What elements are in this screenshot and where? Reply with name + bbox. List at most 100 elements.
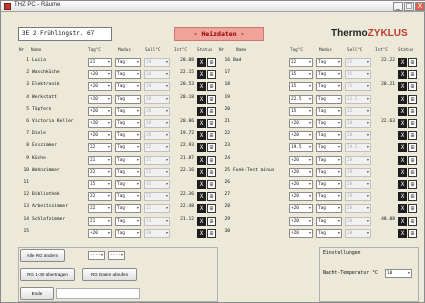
day-temp-select[interactable]: 22.5 ▼	[289, 94, 313, 104]
mode-select[interactable]: Tag ▼	[115, 131, 141, 141]
day-temp-select[interactable]: +20 ▼	[289, 131, 313, 141]
target-temp-select[interactable]: 15 ▼	[345, 70, 371, 80]
bulk-select-2[interactable]: ----- ▼	[108, 251, 125, 260]
mode-select[interactable]: Tag ▼	[316, 58, 342, 67]
status-close-icon[interactable]: X	[197, 119, 206, 128]
status-detail-icon[interactable]: ⊞	[408, 58, 417, 67]
day-temp-select[interactable]: 22 ▼	[88, 204, 112, 214]
status-detail-icon[interactable]: ⊞	[207, 228, 216, 238]
status-close-icon[interactable]: X	[197, 70, 206, 80]
status-close-icon[interactable]: X	[197, 167, 206, 177]
target-temp-select[interactable]: 20 ▼	[144, 119, 170, 128]
status-detail-icon[interactable]: ⊞	[207, 70, 216, 80]
day-temp-select[interactable]: 22 ▼	[88, 143, 112, 153]
day-temp-select[interactable]: +20 ▼	[289, 192, 313, 202]
day-temp-select[interactable]: 21 ▼	[88, 216, 112, 226]
target-temp-select[interactable]: 15 ▼	[144, 180, 170, 189]
status-detail-icon[interactable]: ⊞	[408, 192, 417, 202]
mode-select[interactable]: Tag ▼	[316, 82, 342, 92]
target-temp-select[interactable]: 22 ▼	[144, 204, 170, 214]
status-close-icon[interactable]: X	[398, 155, 407, 165]
status-detail-icon[interactable]: ⊞	[408, 106, 417, 116]
status-detail-icon[interactable]: ⊞	[207, 180, 216, 189]
status-close-icon[interactable]: X	[197, 192, 206, 202]
status-detail-icon[interactable]: ⊞	[207, 119, 216, 128]
day-temp-select[interactable]: 22 ▼	[289, 58, 313, 67]
status-detail-icon[interactable]: ⊞	[207, 94, 216, 104]
mode-select[interactable]: Tag ▼	[316, 70, 342, 80]
day-temp-select[interactable]: +20 ▼	[289, 228, 313, 238]
mode-select[interactable]: Tag ▼	[316, 131, 342, 141]
status-close-icon[interactable]: X	[197, 155, 206, 165]
status-close-icon[interactable]: X	[398, 106, 407, 116]
status-detail-icon[interactable]: ⊞	[408, 119, 417, 128]
mode-select[interactable]: Tag ▼	[115, 192, 141, 202]
status-detail-icon[interactable]: ⊞	[207, 58, 216, 67]
fetch-button[interactable]: RG Daten abrufen	[82, 268, 137, 281]
status-detail-icon[interactable]: ⊞	[408, 82, 417, 92]
status-detail-icon[interactable]: ⊞	[207, 106, 216, 116]
target-temp-select[interactable]: 20 ▼	[345, 228, 371, 238]
status-detail-icon[interactable]: ⊞	[408, 155, 417, 165]
mode-select[interactable]: Tag ▼	[115, 58, 141, 67]
status-detail-icon[interactable]: ⊞	[408, 180, 417, 189]
target-temp-select[interactable]: 22 ▼	[144, 143, 170, 153]
day-temp-select[interactable]: +20 ▼	[88, 106, 112, 116]
target-temp-select[interactable]: 22.5 ▼	[345, 94, 371, 104]
mode-select[interactable]: Tag ▼	[115, 106, 141, 116]
close-button[interactable]: X	[415, 2, 425, 11]
day-temp-select[interactable]: 15 ▼	[289, 106, 313, 116]
status-detail-icon[interactable]: ⊞	[408, 216, 417, 226]
day-temp-select[interactable]: +20 ▼	[289, 167, 313, 177]
status-close-icon[interactable]: X	[197, 180, 206, 189]
day-temp-select[interactable]: 15 ▼	[289, 82, 313, 92]
status-detail-icon[interactable]: ⊞	[408, 167, 417, 177]
target-temp-select[interactable]: 20 ▼	[345, 216, 371, 226]
mode-select[interactable]: Tag ▼	[115, 119, 141, 128]
status-detail-icon[interactable]: ⊞	[408, 204, 417, 214]
maximize-button[interactable]: □	[404, 2, 414, 11]
mode-select[interactable]: Tag ▼	[115, 167, 141, 177]
status-close-icon[interactable]: X	[398, 180, 407, 189]
mode-select[interactable]: Tag ▼	[316, 143, 342, 153]
status-detail-icon[interactable]: ⊞	[207, 82, 216, 92]
target-temp-select[interactable]: 22 ▼	[345, 58, 371, 67]
target-temp-select[interactable]: 20 ▼	[345, 180, 371, 189]
status-close-icon[interactable]: X	[398, 94, 407, 104]
status-close-icon[interactable]: X	[197, 143, 206, 153]
day-temp-select[interactable]: +20 ▼	[88, 228, 112, 238]
status-close-icon[interactable]: X	[197, 216, 206, 226]
target-temp-select[interactable]: 20 ▼	[144, 82, 170, 92]
status-close-icon[interactable]: X	[197, 204, 206, 214]
status-detail-icon[interactable]: ⊞	[408, 94, 417, 104]
status-close-icon[interactable]: X	[398, 82, 407, 92]
status-close-icon[interactable]: X	[398, 70, 407, 80]
target-temp-select[interactable]: 20 ▼	[144, 58, 170, 67]
mode-select[interactable]: Tag ▼	[316, 119, 342, 128]
status-close-icon[interactable]: X	[398, 119, 407, 128]
all-rg-button[interactable]: Alle RG ändern	[20, 249, 65, 262]
day-temp-select[interactable]: 19.5 ▼	[289, 143, 313, 153]
target-temp-select[interactable]: 21 ▼	[144, 155, 170, 165]
status-close-icon[interactable]: X	[197, 228, 206, 238]
target-temp-select[interactable]: 20 ▼	[144, 228, 170, 238]
status-detail-icon[interactable]: ⊞	[207, 204, 216, 214]
bulk-select-1[interactable]: ----- ▼	[88, 251, 105, 260]
target-temp-select[interactable]: 20 ▼	[144, 131, 170, 141]
day-temp-select[interactable]: +20 ▼	[88, 82, 112, 92]
mode-select[interactable]: Tag ▼	[115, 70, 141, 80]
status-detail-icon[interactable]: ⊞	[207, 131, 216, 141]
mode-select[interactable]: Tag ▼	[115, 82, 141, 92]
night-temp-select[interactable]: 18 ▼	[385, 269, 412, 278]
mode-select[interactable]: Tag ▼	[316, 167, 342, 177]
mode-select[interactable]: Tag ▼	[316, 216, 342, 226]
status-close-icon[interactable]: X	[197, 58, 206, 67]
mode-select[interactable]: Tag ▼	[115, 216, 141, 226]
status-close-icon[interactable]: X	[398, 58, 407, 67]
mode-select[interactable]: Tag ▼	[316, 228, 342, 238]
target-temp-select[interactable]: 20 ▼	[345, 131, 371, 141]
day-temp-select[interactable]: +20 ▼	[88, 94, 112, 104]
status-detail-icon[interactable]: ⊞	[408, 143, 417, 153]
day-temp-select[interactable]: +20 ▼	[289, 204, 313, 214]
status-close-icon[interactable]: X	[197, 106, 206, 116]
